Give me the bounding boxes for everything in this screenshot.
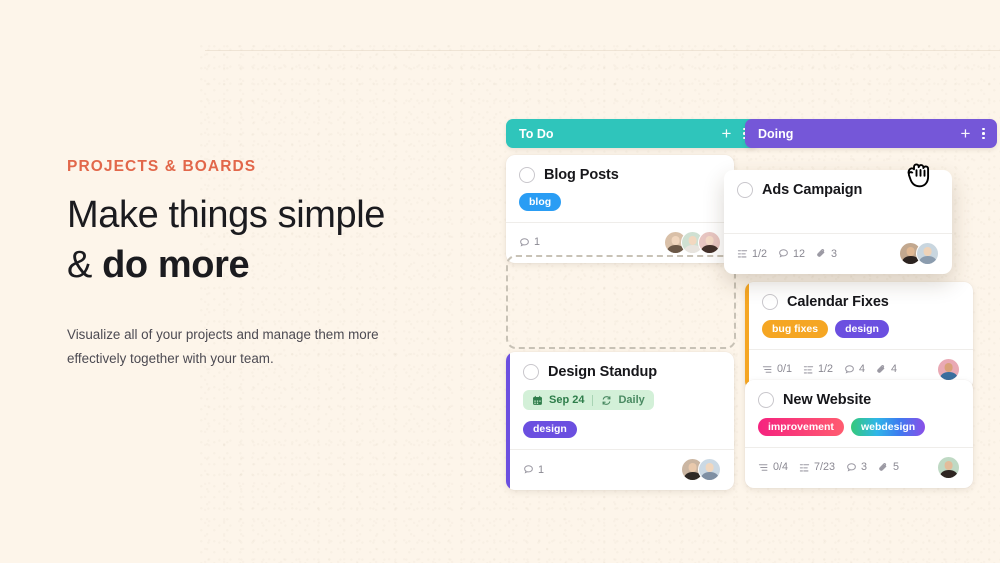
grabbing-hand-cursor [903, 158, 937, 199]
column-title-doing: Doing [758, 126, 794, 141]
card-meta-row: 1 [506, 449, 734, 490]
complete-toggle-icon[interactable] [762, 294, 778, 310]
card-title: Blog Posts [544, 167, 619, 183]
tag-improvement[interactable]: improvement [758, 418, 844, 436]
card-body: New Website improvement webdesign [745, 380, 973, 436]
due-date-chip[interactable]: Sep 24 Daily [523, 390, 654, 410]
comment-count: 3 [846, 461, 867, 473]
card-body: Design Standup Sep 24 Daily design [506, 352, 734, 438]
column-header-doing[interactable]: Doing + [745, 119, 997, 148]
tag-webdesign[interactable]: webdesign [850, 418, 926, 436]
checklist-count-value: 7/23 [814, 461, 836, 473]
attachment-count: 4 [876, 363, 897, 375]
card-design-standup[interactable]: Design Standup Sep 24 Daily design 1 [506, 352, 734, 490]
tag-bug-fixes[interactable]: bug fixes [762, 320, 829, 338]
comment-count-value: 4 [859, 363, 866, 375]
comment-count: 4 [844, 363, 865, 375]
attachment-icon [877, 364, 885, 373]
card-body: Blog Posts blog [506, 155, 734, 211]
comment-count: 1 [519, 236, 540, 248]
avatar[interactable] [916, 242, 939, 265]
attachment-count: 5 [878, 461, 899, 473]
plus-icon[interactable]: + [960, 125, 970, 142]
card-avatars[interactable] [899, 242, 939, 265]
attachment-count-value: 5 [893, 461, 900, 473]
card-tags: design [523, 420, 721, 438]
avatar[interactable] [937, 455, 960, 479]
card-tags: improvement webdesign [758, 418, 960, 436]
tag-blog[interactable]: blog [519, 193, 562, 211]
comment-icon [524, 465, 533, 474]
checklist-count: 7/23 [799, 461, 835, 473]
due-date-value: Sep 24 [549, 394, 585, 406]
column-header-todo[interactable]: To Do + [506, 119, 758, 148]
comment-icon [779, 249, 788, 258]
tag-design[interactable]: design [835, 320, 889, 338]
checklist-count: 1/2 [803, 363, 833, 375]
comment-count-value: 1 [534, 236, 541, 248]
subtask-count-value: 0/4 [773, 461, 789, 473]
card-calendar-fixes[interactable]: Calendar Fixes bug fixes design 0/1 1/2 [745, 282, 973, 390]
card-tags: blog [519, 193, 721, 211]
kanban-board: To Do + Doing + Blog Posts blog 1 Design… [0, 0, 1000, 563]
comment-count-value: 1 [538, 463, 545, 476]
card-title: Ads Campaign [762, 182, 863, 198]
checklist-icon [737, 250, 748, 258]
attachment-count: 3 [816, 248, 837, 260]
checklist-count: 1/2 [737, 248, 767, 260]
card-accent-bar [745, 282, 749, 390]
subtask-count: 0/1 [762, 363, 792, 375]
card-accent-bar [506, 352, 510, 490]
card-new-website[interactable]: New Website improvement webdesign 0/4 7/… [745, 380, 973, 488]
tag-design[interactable]: design [523, 420, 577, 438]
repeat-label: Daily [618, 394, 645, 406]
column-title-todo: To Do [519, 126, 554, 141]
checklist-count-value: 1/2 [818, 363, 834, 375]
avatar[interactable] [698, 458, 721, 481]
comment-count: 1 [523, 464, 544, 476]
checklist-icon [799, 463, 810, 471]
card-blog-posts[interactable]: Blog Posts blog 1 [506, 155, 734, 263]
comment-count-value: 12 [793, 247, 806, 260]
card-avatars[interactable] [937, 455, 960, 479]
subtask-count-value: 0/1 [777, 363, 793, 375]
card-meta-row: 0/4 7/23 3 5 [745, 446, 973, 488]
calendar-icon [533, 395, 542, 405]
plus-icon[interactable]: + [721, 125, 731, 142]
card-drop-placeholder[interactable] [506, 255, 736, 349]
comment-count-value: 3 [861, 461, 868, 473]
complete-toggle-icon[interactable] [519, 167, 535, 183]
repeat-icon [602, 395, 611, 405]
card-title: Calendar Fixes [787, 294, 889, 310]
kebab-menu-icon[interactable] [981, 126, 986, 142]
avatar[interactable] [937, 357, 960, 381]
complete-toggle-icon[interactable] [758, 392, 774, 408]
attachment-count-value: 4 [891, 363, 898, 375]
attachment-icon [879, 462, 887, 471]
subtask-icon [758, 463, 768, 471]
page-root: PROJECTS & BOARDS Make things simple & d… [0, 0, 1000, 563]
subtask-icon [762, 365, 772, 373]
checklist-icon [803, 365, 814, 373]
card-meta-row: 1/2 12 3 [724, 233, 952, 274]
complete-toggle-icon[interactable] [523, 364, 539, 380]
card-body: Calendar Fixes bug fixes design [745, 282, 973, 338]
card-avatars[interactable] [681, 458, 721, 481]
attachment-icon [817, 249, 825, 257]
card-tags: bug fixes design [762, 320, 960, 338]
comment-icon [845, 364, 854, 373]
comment-icon [847, 462, 856, 471]
complete-toggle-icon[interactable] [737, 182, 753, 198]
comment-icon [520, 237, 529, 246]
avatar[interactable] [698, 230, 721, 254]
attachment-count-value: 3 [831, 247, 838, 260]
card-avatars[interactable] [664, 230, 721, 254]
subtask-count: 0/4 [758, 461, 788, 473]
card-title: Design Standup [548, 364, 657, 380]
comment-count: 12 [778, 248, 805, 260]
checklist-count-value: 1/2 [752, 247, 768, 260]
card-avatars[interactable] [937, 357, 960, 381]
card-title: New Website [783, 392, 872, 408]
